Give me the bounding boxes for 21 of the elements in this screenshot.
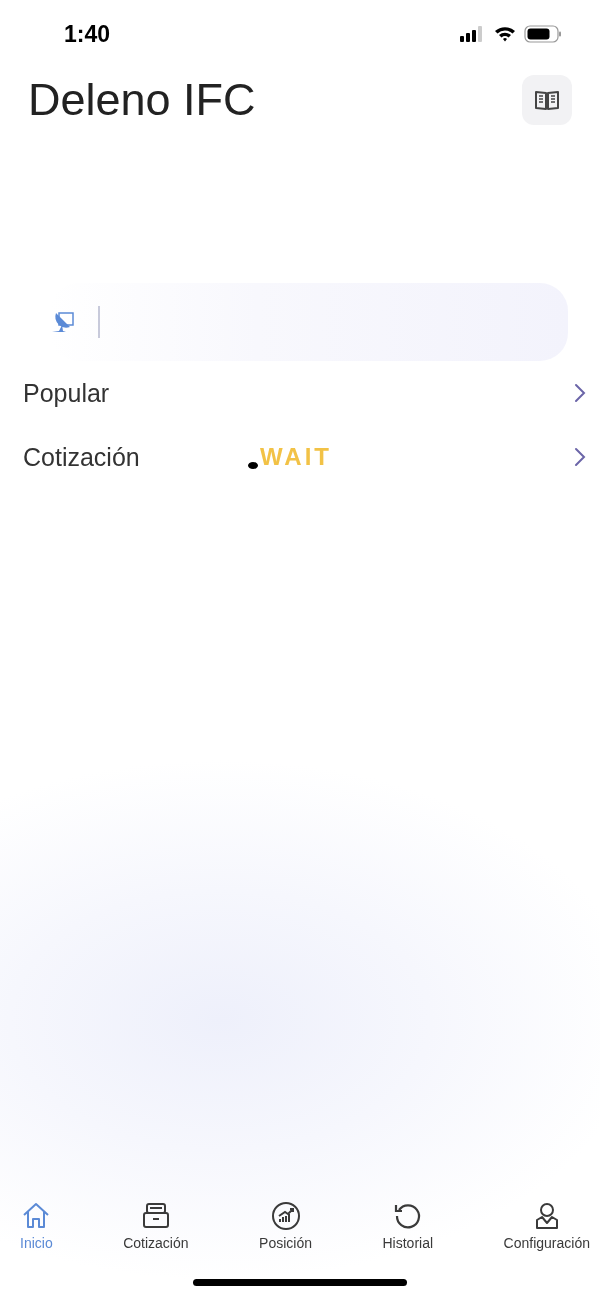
book-icon (534, 88, 560, 112)
tab[interactable]: Cotización (123, 1201, 189, 1271)
chevron-right-icon (574, 447, 586, 467)
search-field[interactable] (50, 283, 568, 361)
tab[interactable]: Inicio (20, 1201, 53, 1271)
page-title: Deleno IFC (28, 74, 256, 126)
tab[interactable]: Historial (382, 1201, 434, 1271)
loading-indicator: WAIT (248, 443, 332, 471)
tab[interactable]: Configuración (503, 1201, 590, 1271)
tab[interactable]: Posición (259, 1201, 312, 1271)
growth-chart-icon (270, 1201, 301, 1231)
menu-row[interactable]: Cotización WAIT (0, 425, 600, 489)
history-icon (392, 1201, 423, 1231)
drawer-icon (140, 1201, 171, 1231)
guide-button[interactable] (522, 75, 572, 125)
wifi-icon (494, 26, 516, 42)
status-time: 1:40 (64, 20, 111, 48)
text-cursor (98, 306, 100, 338)
menu-row[interactable]: Popular (0, 361, 600, 425)
chevron-right-icon (574, 383, 586, 403)
battery-icon (524, 25, 562, 43)
